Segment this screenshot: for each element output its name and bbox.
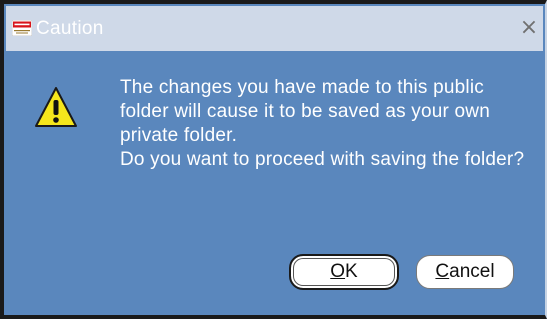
dialog-message: The changes you have made to this public… — [120, 76, 525, 172]
message-line: Do you want to proceed with saving the f… — [120, 149, 525, 170]
ok-label-rest: K — [345, 261, 358, 282]
close-icon[interactable]: × — [517, 16, 541, 40]
ok-button[interactable]: OK — [289, 254, 399, 290]
oracle-logo-icon — [12, 20, 32, 36]
dialog-title: Caution — [36, 18, 104, 39]
caution-dialog: Caution × The changes you have made to t… — [0, 0, 547, 319]
cancel-label-rest: ancel — [449, 261, 495, 282]
ok-mnemonic: O — [330, 261, 346, 282]
message-line: The changes you have made to this public… — [120, 77, 490, 146]
cancel-mnemonic: C — [435, 261, 450, 282]
cancel-button[interactable]: Cancel — [416, 255, 514, 289]
warning-icon — [35, 87, 77, 127]
dialog-titlebar[interactable]: Caution × — [6, 6, 543, 51]
